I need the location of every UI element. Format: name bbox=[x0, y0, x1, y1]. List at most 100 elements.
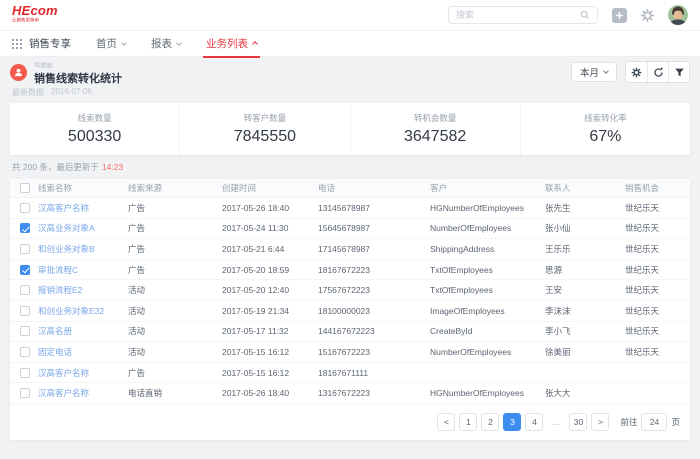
page-button[interactable]: 2 bbox=[481, 413, 499, 431]
avatar[interactable] bbox=[668, 5, 688, 25]
lead-phone: 15167672223 bbox=[318, 347, 430, 357]
row-checkbox[interactable] bbox=[20, 285, 30, 295]
stats-card: 线索数量 500330 转客户数量 7845550 转机会数量 3647582 … bbox=[10, 103, 690, 155]
lead-customer: ImageOfEmployees bbox=[430, 306, 545, 316]
goto-page-input[interactable]: 24 bbox=[641, 413, 667, 431]
row-checkbox[interactable] bbox=[20, 223, 30, 233]
stat-item: 线索数量 500330 bbox=[10, 103, 179, 155]
lead-name-link[interactable]: 和创业务对象E32 bbox=[38, 305, 128, 317]
lead-source: 广告 bbox=[128, 264, 222, 276]
column-header: 销售机会 bbox=[625, 182, 680, 194]
toolbar-icon-group bbox=[625, 61, 690, 83]
lead-name-link[interactable]: 汉高业务对象A bbox=[38, 222, 128, 234]
chevron-icon bbox=[252, 41, 258, 47]
row-checkbox[interactable] bbox=[20, 203, 30, 213]
row-checkbox[interactable] bbox=[20, 388, 30, 398]
summary-updated-time: 14:23 bbox=[102, 162, 123, 172]
page-category: 驾驶舱 bbox=[34, 61, 103, 70]
lead-customer: TxtOfEmployees bbox=[430, 265, 545, 275]
lead-contact: 张小仙 bbox=[545, 222, 625, 234]
search-box[interactable] bbox=[448, 6, 598, 24]
search-input[interactable] bbox=[456, 10, 580, 20]
lead-phone: 15645678987 bbox=[318, 223, 430, 233]
table-row[interactable]: 汉高客户名称 广告 2017-05-15 16:12 18167671111 bbox=[10, 363, 690, 384]
lead-name-link[interactable]: 固定电话 bbox=[38, 346, 128, 358]
settings-tool-button[interactable] bbox=[626, 62, 647, 82]
row-checkbox[interactable] bbox=[20, 244, 30, 254]
leads-table: 线索名称 线索来源 创建时间 电话 客户 联系人 销售机会 汉高客户名称 广告 … bbox=[10, 179, 690, 440]
row-checkbox[interactable] bbox=[20, 265, 30, 275]
lead-name-link[interactable]: 审批流程C bbox=[38, 264, 128, 276]
top-bar: HEcom 让销售更简单 bbox=[0, 0, 700, 30]
plus-icon bbox=[615, 11, 624, 20]
logo[interactable]: HEcom 让销售更简单 bbox=[12, 4, 66, 27]
column-header: 创建时间 bbox=[222, 182, 318, 194]
lead-customer: ShippingAddress bbox=[430, 244, 545, 254]
lead-name-link[interactable]: 和创业务对象B bbox=[38, 243, 128, 255]
lead-customer: CreateById bbox=[430, 326, 545, 336]
lead-customer: HGNumberOfEmployees bbox=[430, 388, 545, 398]
stat-value: 67% bbox=[589, 128, 621, 146]
table-row[interactable]: 报销流程E2 活动 2017-05-20 12:40 17567672223 T… bbox=[10, 280, 690, 301]
filter-icon bbox=[674, 67, 685, 78]
row-checkbox[interactable] bbox=[20, 326, 30, 336]
page-title: 销售线索转化统计 bbox=[34, 70, 122, 86]
lead-name-link[interactable]: 汉高名册 bbox=[38, 325, 128, 337]
lead-contact: 王安 bbox=[545, 284, 625, 296]
topbar-actions bbox=[612, 5, 688, 25]
lead-phone: 17145678987 bbox=[318, 244, 430, 254]
select-all-checkbox[interactable] bbox=[20, 183, 30, 193]
avatar-image bbox=[668, 5, 688, 25]
nav-tab-label: 业务列表 bbox=[206, 36, 248, 51]
next-page-button[interactable]: > bbox=[591, 413, 609, 431]
table-row[interactable]: 汉高业务对象A 广告 2017-05-24 11:30 15645678987 … bbox=[10, 219, 690, 240]
table-row[interactable]: 固定电话 活动 2017-05-15 16:12 15167672223 Num… bbox=[10, 342, 690, 363]
table-header-row: 线索名称 线索来源 创建时间 电话 客户 联系人 销售机会 bbox=[10, 179, 690, 198]
table-row[interactable]: 审批流程C 广告 2017-05-20 18:59 18167672223 Tx… bbox=[10, 260, 690, 281]
page-button[interactable]: … bbox=[547, 413, 565, 431]
lead-contact: 张大大 bbox=[545, 387, 625, 399]
prev-page-button[interactable]: < bbox=[437, 413, 455, 431]
gear-icon bbox=[631, 67, 642, 78]
filter-button[interactable] bbox=[668, 62, 689, 82]
settings-button[interactable] bbox=[640, 8, 655, 23]
nav-tab[interactable]: 报表 bbox=[151, 30, 181, 57]
lead-name-link[interactable]: 汉高客户名称 bbox=[38, 367, 128, 379]
table-row[interactable]: 和创业务对象B 广告 2017-05-21 6:44 17145678987 S… bbox=[10, 239, 690, 260]
lead-opportunity: 世纪乐天 bbox=[625, 346, 680, 358]
lead-source: 广告 bbox=[128, 367, 222, 379]
lead-name-link[interactable]: 汉高客户名称 bbox=[38, 387, 128, 399]
lead-created-time: 2017-05-24 11:30 bbox=[222, 223, 318, 233]
row-checkbox[interactable] bbox=[20, 347, 30, 357]
nav-tab[interactable]: 业务列表 bbox=[206, 30, 257, 57]
lead-source: 活动 bbox=[128, 325, 222, 337]
table-row[interactable]: 汉高名册 活动 2017-05-17 11:32 144167672223 Cr… bbox=[10, 322, 690, 343]
page-button[interactable]: 30 bbox=[569, 413, 587, 431]
add-button[interactable] bbox=[612, 8, 627, 23]
lead-phone: 18167671111 bbox=[318, 368, 430, 378]
lead-customer: NumberOfEmployees bbox=[430, 223, 545, 233]
period-dropdown[interactable]: 本月 bbox=[571, 62, 617, 82]
table-row[interactable]: 和创业务对象E32 活动 2017-05-19 21:34 1810000002… bbox=[10, 301, 690, 322]
page-button[interactable]: 1 bbox=[459, 413, 477, 431]
title-block: 驾驶舱 销售线索转化统计 bbox=[34, 59, 122, 86]
refresh-button[interactable] bbox=[647, 62, 668, 82]
lead-contact: 李沫沫 bbox=[545, 305, 625, 317]
apps-grid-icon[interactable] bbox=[12, 39, 22, 49]
nav-tab[interactable]: 首页 bbox=[96, 30, 126, 57]
table-row[interactable]: 汉高客户名称 广告 2017-05-26 18:40 13145678987 H… bbox=[10, 198, 690, 219]
lead-name-link[interactable]: 报销流程E2 bbox=[38, 284, 128, 296]
lead-contact: 李小飞 bbox=[545, 325, 625, 337]
lead-created-time: 2017-05-17 11:32 bbox=[222, 326, 318, 336]
page-button[interactable]: 4 bbox=[525, 413, 543, 431]
lead-created-time: 2017-05-15 16:12 bbox=[222, 347, 318, 357]
row-checkbox[interactable] bbox=[20, 368, 30, 378]
lead-name-link[interactable]: 汉高客户名称 bbox=[38, 202, 128, 214]
chevron-down-icon bbox=[603, 68, 609, 74]
lead-created-time: 2017-05-20 12:40 bbox=[222, 285, 318, 295]
page-button[interactable]: 3 bbox=[503, 413, 521, 431]
page-header: 驾驶舱 销售线索转化统计 本月 bbox=[10, 57, 690, 87]
row-checkbox[interactable] bbox=[20, 306, 30, 316]
table-row[interactable]: 汉高客户名称 电话直销 2017-05-26 18:40 13167672223… bbox=[10, 383, 690, 404]
lead-phone: 17567672223 bbox=[318, 285, 430, 295]
